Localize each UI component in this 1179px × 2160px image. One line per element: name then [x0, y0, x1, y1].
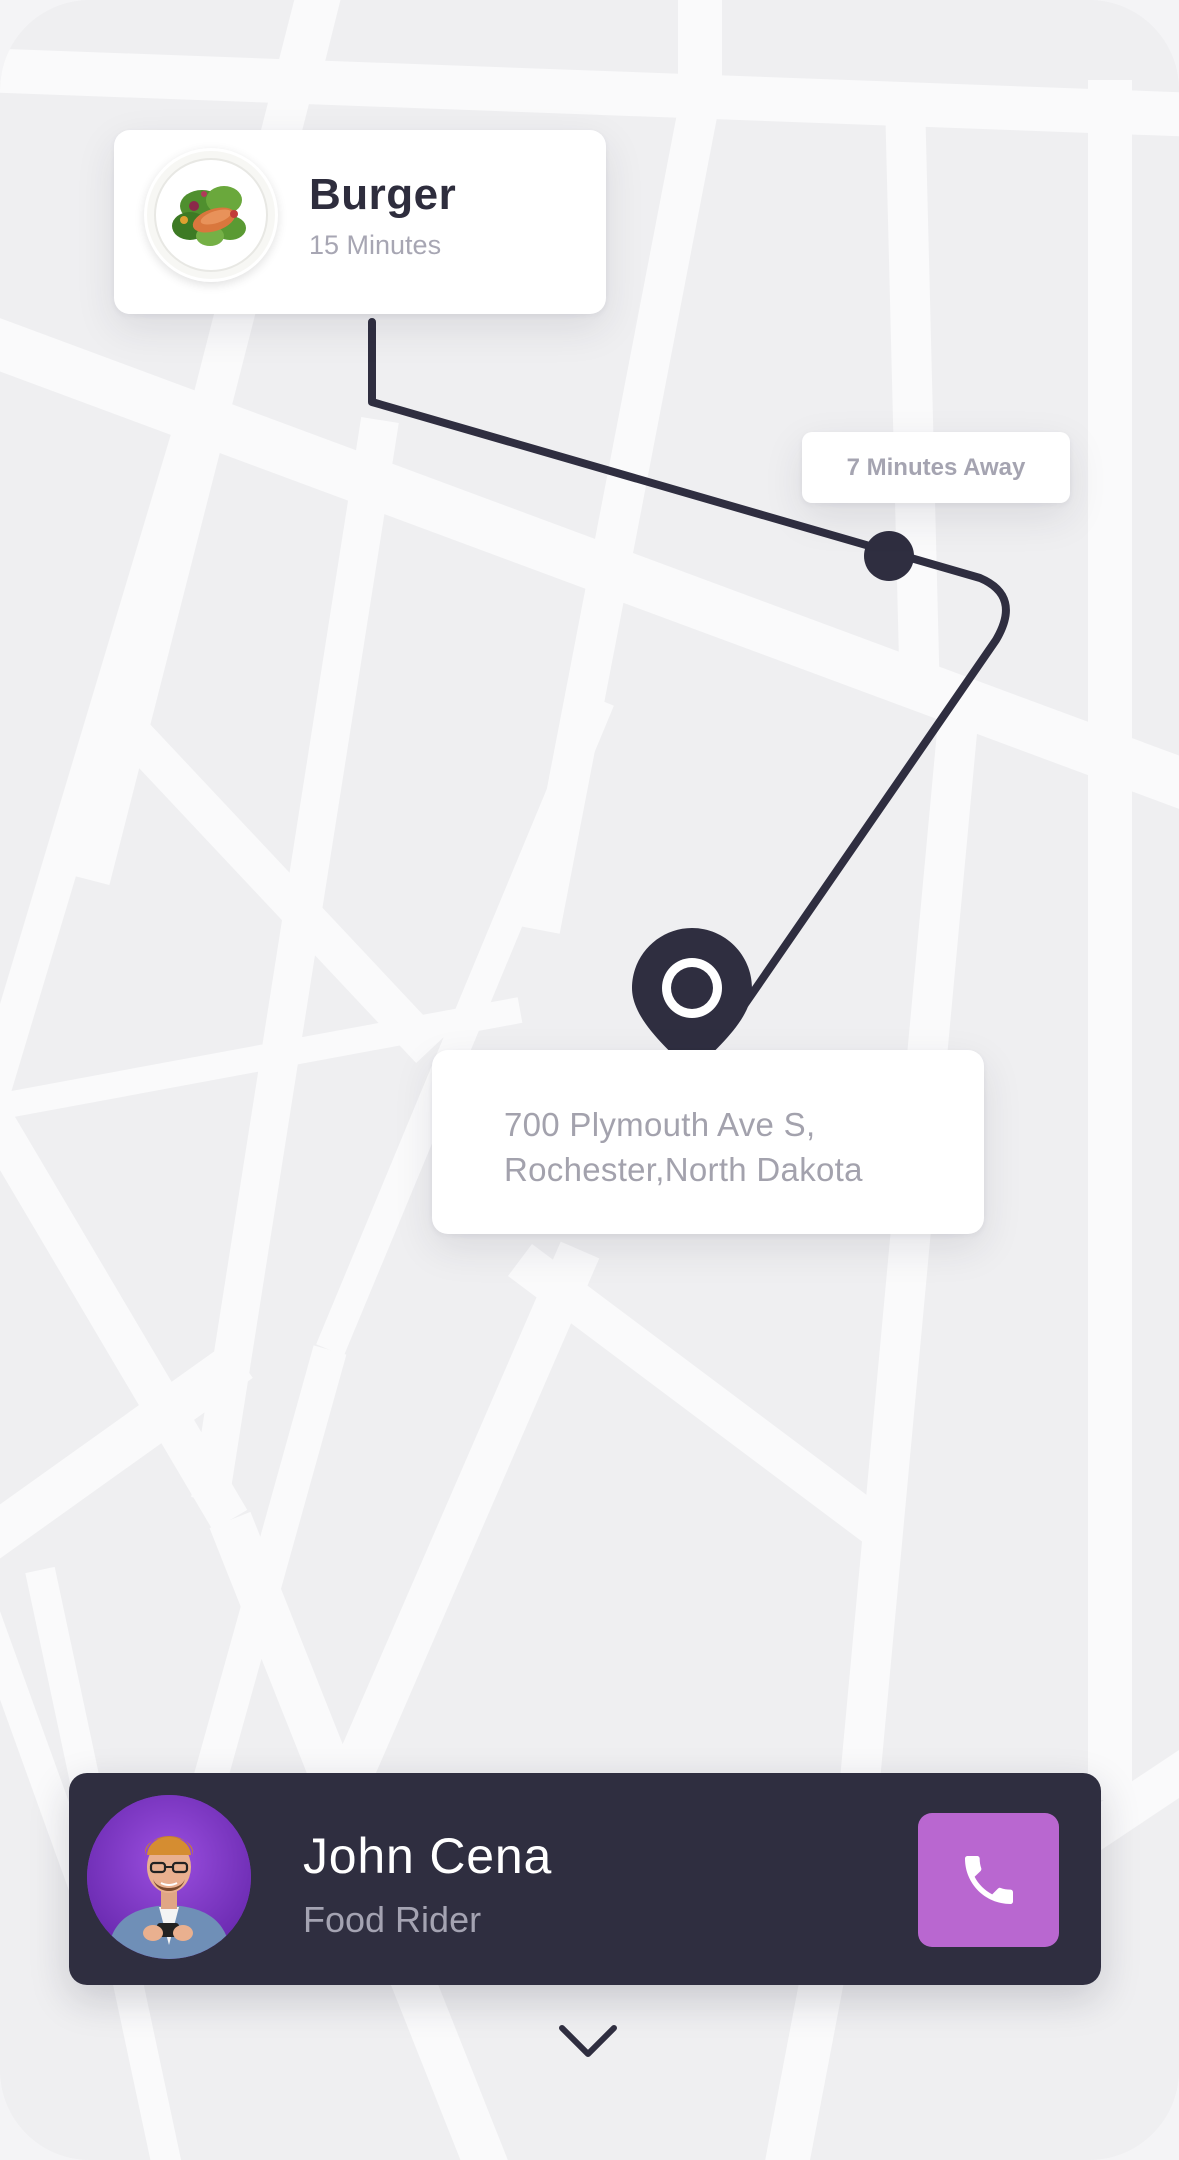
address-line-1: 700 Plymouth Ave S,: [504, 1106, 816, 1143]
phone-icon: [964, 1856, 1013, 1904]
destination-card[interactable]: 700 Plymouth Ave S, Rochester,North Dako…: [432, 1050, 984, 1234]
order-item-name: Burger: [309, 170, 457, 219]
eta-label: 7 Minutes Away: [846, 453, 1026, 481]
address-line-2: Rochester,North Dakota: [504, 1151, 863, 1188]
rider-name: John Cena: [303, 1828, 553, 1884]
app-screen: Burger 15 Minutes 7 Minutes Away 700 Ply…: [0, 0, 1179, 2160]
food-plate-icon: [144, 148, 278, 282]
order-card[interactable]: Burger 15 Minutes: [114, 130, 606, 314]
rider-avatar: [87, 1795, 251, 1959]
chevron-down-icon[interactable]: [556, 2020, 620, 2064]
call-rider-button[interactable]: [918, 1813, 1059, 1947]
rider-role: Food Rider: [303, 1899, 482, 1940]
destination-address: 700 Plymouth Ave S, Rochester,North Dako…: [504, 1102, 863, 1192]
rider-position-marker[interactable]: [864, 531, 914, 581]
order-prep-time: 15 Minutes: [309, 230, 442, 260]
rider-panel[interactable]: John Cena Food Rider: [69, 1773, 1101, 1985]
eta-badge: 7 Minutes Away: [802, 432, 1070, 503]
